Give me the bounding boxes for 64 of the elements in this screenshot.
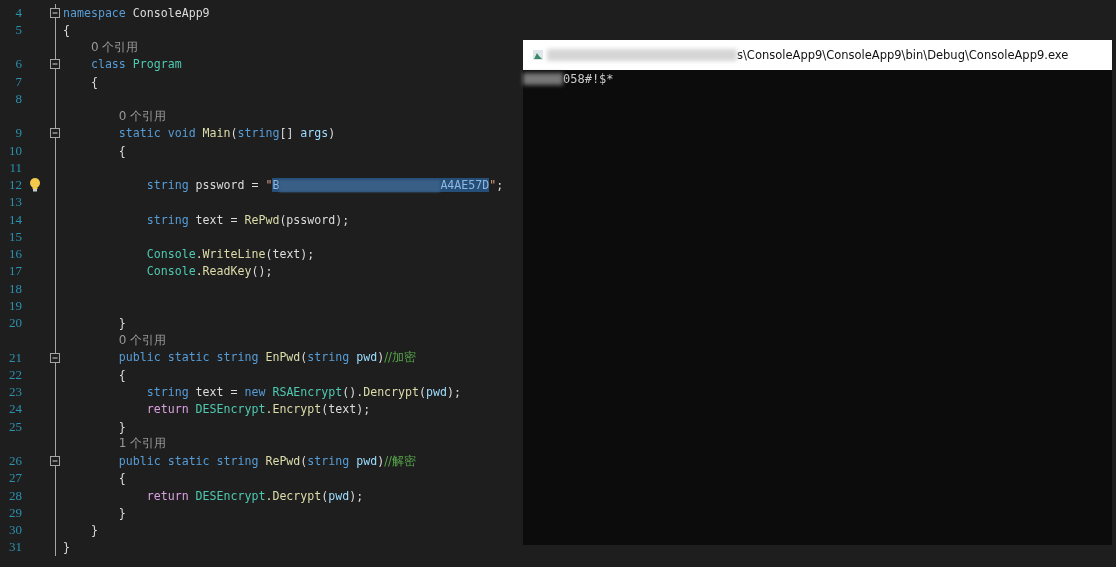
line-number: 21 (8, 349, 22, 366)
collapse-icon[interactable] (50, 7, 60, 18)
code-line: Console.ReadKey(); (145, 264, 273, 279)
line-number: 17 (8, 263, 22, 280)
redacted-area (523, 73, 563, 85)
line-number: 31 (8, 539, 22, 556)
collapse-icon[interactable] (50, 456, 60, 467)
line-number: 24 (8, 401, 22, 418)
line-number: 18 (8, 280, 22, 297)
code-line: { (117, 367, 126, 382)
code-line: } (63, 540, 70, 555)
code-line: string pssword = "B A4AE57D"; (145, 178, 504, 193)
window-title: s\ConsoleApp9\ConsoleApp9\bin\Debug\ConsoleApp9.exe (737, 48, 1069, 62)
line-number: 19 (8, 297, 22, 314)
line-number: 11 (8, 159, 22, 176)
code-line: static void Main(string[] args) (117, 126, 336, 141)
code-line: namespace ConsoleApp9 (63, 5, 210, 20)
code-line: string text = new RSAEncrypt().Dencrypt(pwd); (145, 385, 461, 400)
code-line: { (89, 74, 98, 89)
code-line: } (89, 523, 98, 538)
code-line: class Program (89, 57, 182, 72)
line-number: 5 (14, 21, 22, 38)
line-number: 14 (8, 211, 22, 228)
code-line: string text = RePwd(pssword); (145, 212, 350, 227)
reference-count-link[interactable]: 1 个引用 (118, 435, 167, 453)
line-number: 30 (8, 522, 22, 539)
code-line: public static string RePwd(string pwd)//解密 (117, 453, 416, 469)
line-number: 10 (8, 142, 22, 159)
reference-count-link[interactable]: 0 个引用 (118, 107, 167, 125)
line-number: 29 (8, 504, 22, 521)
collapse-icon[interactable] (50, 128, 60, 139)
line-number: 7 (14, 73, 22, 90)
line-number: 20 (8, 315, 22, 332)
line-number: 28 (8, 487, 22, 504)
console-output: 058#!$* (563, 72, 614, 86)
code-line: { (63, 22, 70, 37)
line-number: 15 (8, 228, 22, 245)
reference-count-link[interactable]: 0 个引用 (118, 331, 167, 349)
lightbulb-icon[interactable] (29, 178, 41, 193)
line-number: 22 (8, 366, 22, 383)
code-line: Console.WriteLine(text); (145, 247, 315, 262)
code-line: } (117, 419, 126, 434)
line-number: 9 (14, 125, 22, 142)
code-line: public static string EnPwd(string pwd)//加密 (117, 350, 416, 366)
collapse-icon[interactable] (50, 59, 60, 70)
console-app-icon (533, 50, 543, 60)
line-number: 6 (14, 56, 22, 73)
code-line: return DESEncrypt.Encrypt(text); (145, 402, 371, 417)
line-number: 16 (8, 246, 22, 263)
line-number: 12 (8, 177, 22, 194)
collapse-icon[interactable] (50, 352, 60, 363)
line-number: 26 (8, 453, 22, 470)
line-number: 4 (14, 4, 22, 21)
code-line: } (117, 505, 126, 520)
code-line: { (117, 143, 126, 158)
reference-count-link[interactable]: 0 个引用 (90, 38, 139, 56)
code-line: { (117, 471, 126, 486)
code-line: } (117, 316, 126, 331)
line-number: 13 (8, 194, 22, 211)
line-number: 8 (14, 90, 22, 107)
line-number: 27 (8, 470, 22, 487)
line-number: 25 (8, 418, 22, 435)
code-line: return DESEncrypt.Decrypt(pwd); (145, 488, 364, 503)
line-number: 23 (8, 384, 22, 401)
